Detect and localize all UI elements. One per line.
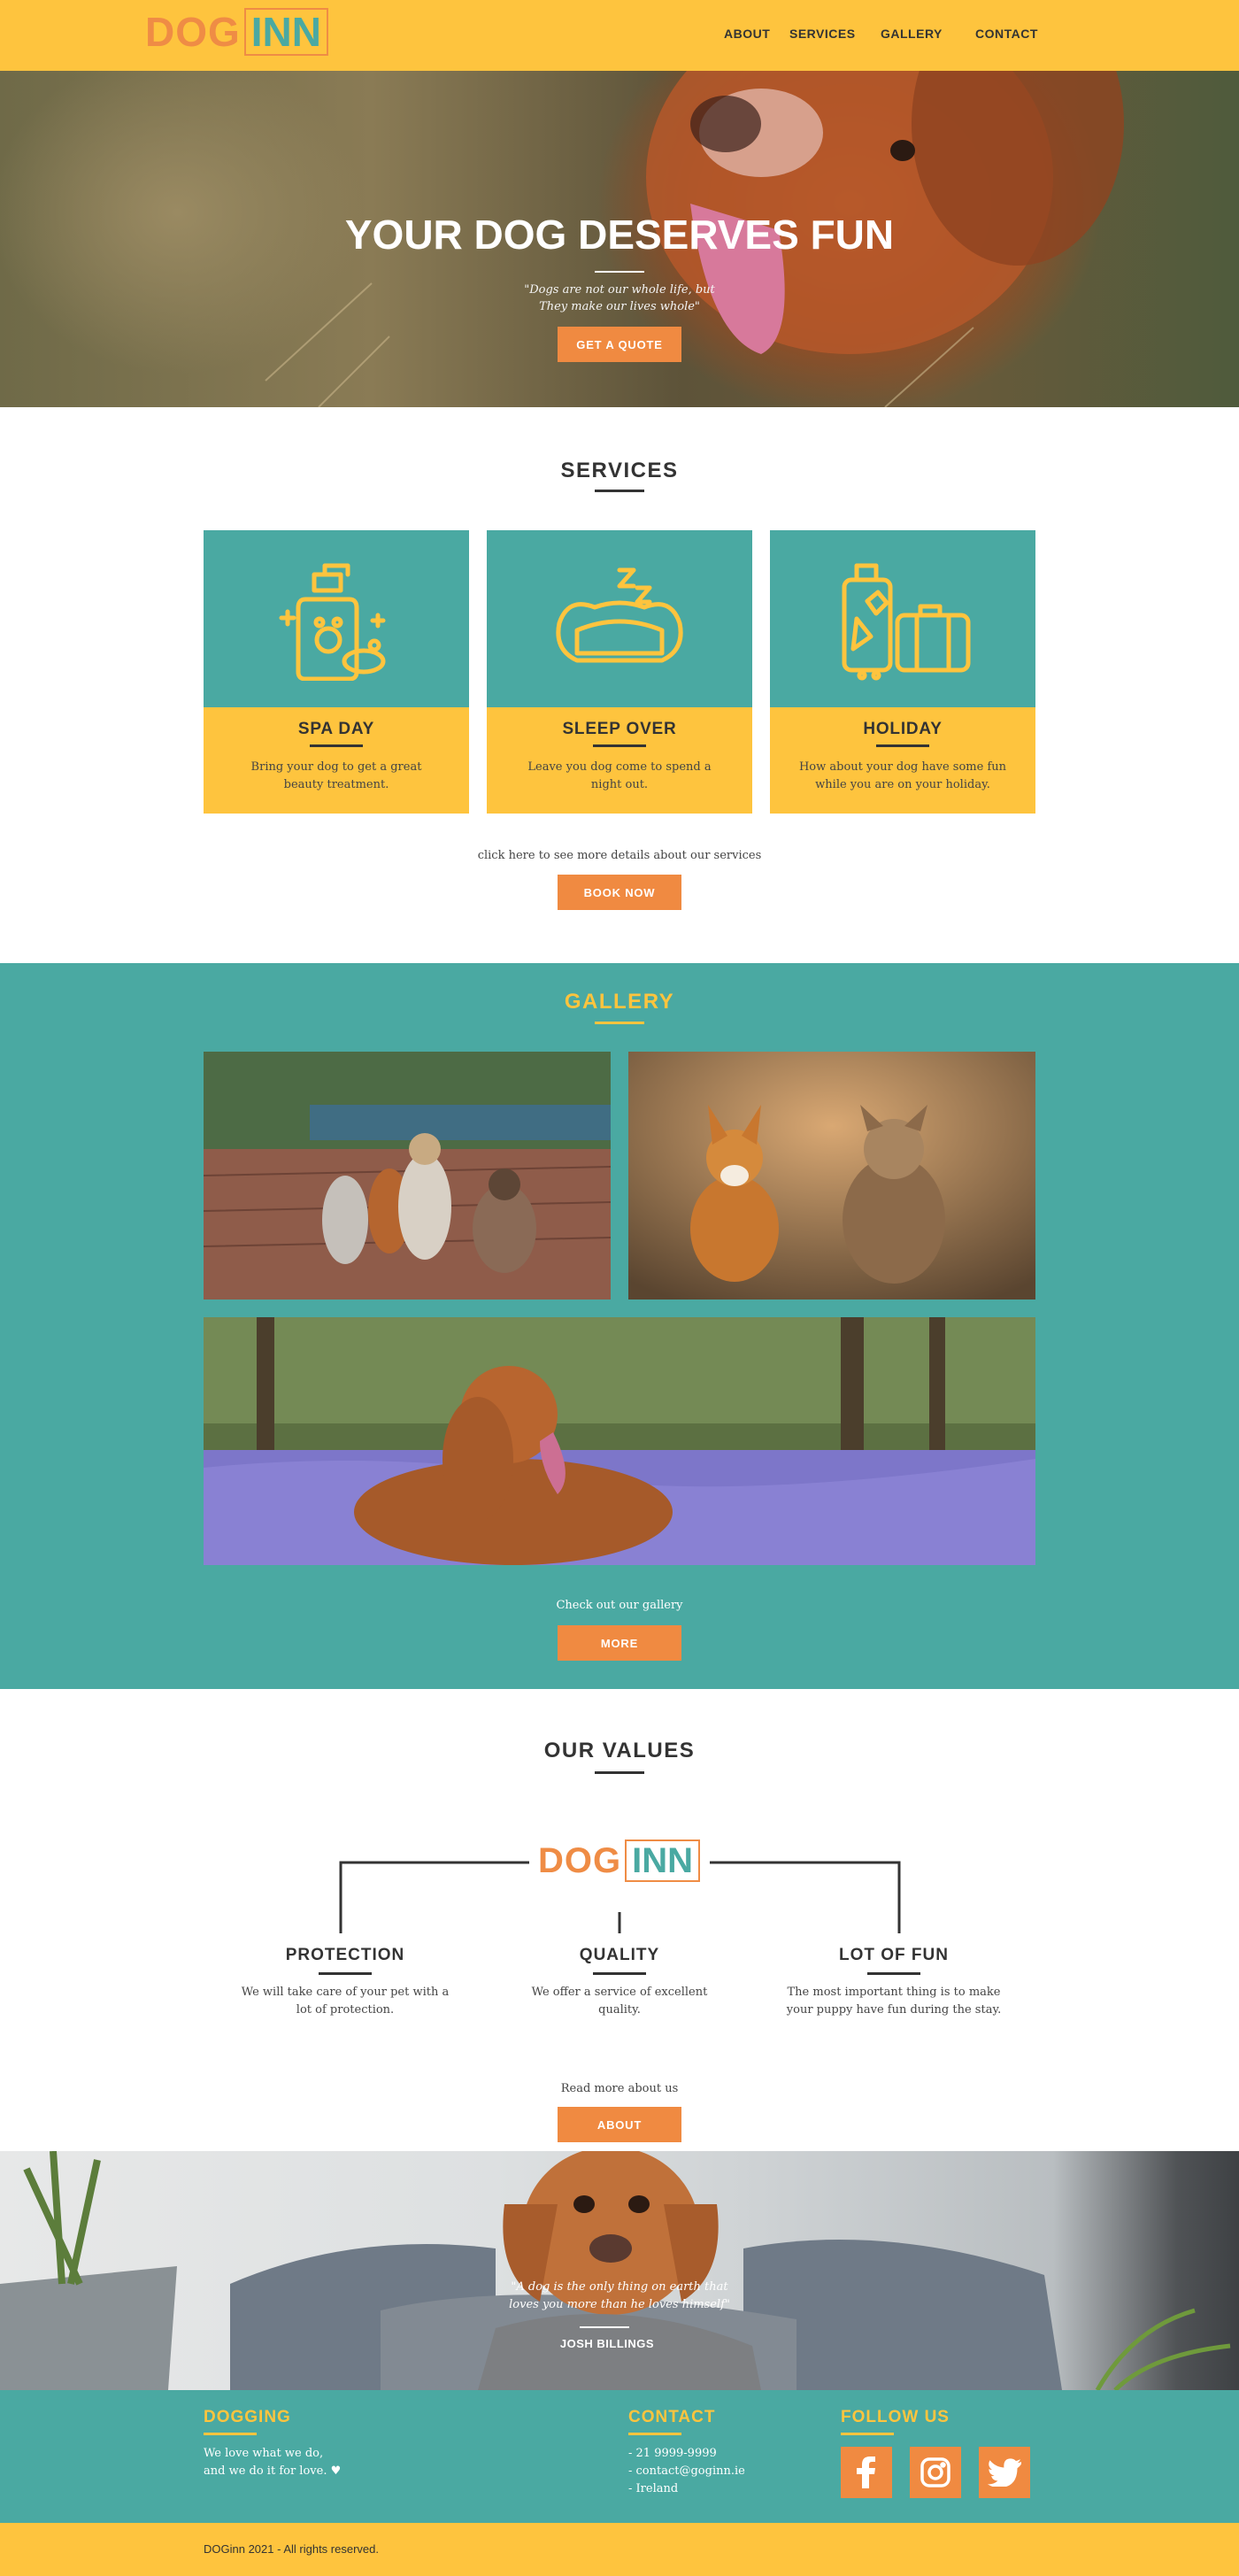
nav-link-services[interactable]: SERVICES — [789, 27, 856, 41]
hero-title: YOUR DOG DESERVES FUN — [344, 212, 895, 258]
gallery-photo-dog-walk-image — [204, 1052, 611, 1300]
value-text: The most important thing is to make your… — [786, 1986, 1002, 2017]
luggage-icon — [842, 563, 971, 681]
service-card-image — [487, 530, 752, 707]
values-logo-dog-text: DOG — [538, 1841, 622, 1880]
footer-contact-location: - Ireland — [628, 2482, 679, 2495]
service-card-body: SLEEP OVER Leave you dog come to spend a… — [487, 707, 752, 814]
footer-dogging-text: We love what we do, and we do it for lov… — [204, 2445, 341, 2480]
banner-quote-line-1: "A dog is the only thing on earth that — [511, 2280, 728, 2294]
service-card-divider — [876, 744, 929, 747]
nav-link-gallery[interactable]: GALLERY — [881, 27, 943, 41]
service-card-holiday[interactable]: HOLIDAY How about your dog have some fun… — [770, 530, 1035, 814]
copyright-text: DOGinn 2021 - All rights reserved. — [204, 2542, 379, 2556]
service-card-title: SLEEP OVER — [562, 720, 677, 738]
book-now-button[interactable]: BOOK NOW — [558, 875, 681, 910]
banner-quote: "A dog is the only thing on earth that l… — [478, 2279, 761, 2314]
service-card-text: Bring your dog to get a great beauty tre… — [250, 760, 422, 791]
top-navbar: DOG INN ABOUT SERVICES GALLERY CONTACT — [0, 0, 1239, 71]
footer-contact-underline — [628, 2433, 681, 2435]
twitter-button[interactable] — [979, 2447, 1030, 2498]
nav-link-contact[interactable]: CONTACT — [975, 27, 1038, 41]
value-divider — [593, 1972, 646, 1975]
services-caption: click here to see more details about our… — [477, 849, 762, 862]
banner-dog-in-bed-image — [0, 2151, 1231, 2390]
value-divider — [867, 1972, 920, 1975]
instagram-button[interactable] — [910, 2447, 961, 2498]
dog-bed-sleep-icon — [556, 567, 683, 663]
values-title-underline — [595, 1771, 644, 1774]
footer-dogging-line-2: and we do it for love. ♥ — [204, 2464, 342, 2478]
service-card-title: SPA DAY — [297, 720, 375, 738]
banner-divider — [580, 2326, 629, 2328]
footer-follow-underline — [841, 2433, 894, 2435]
service-card-divider — [593, 744, 646, 747]
service-card-image — [770, 530, 1035, 707]
service-card-divider — [310, 744, 363, 747]
gallery-title: GALLERY — [564, 990, 675, 1014]
service-card-image — [204, 530, 469, 707]
twitter-icon — [988, 2458, 1021, 2487]
services-title: SERVICES — [560, 459, 679, 482]
gallery-photo-dog-walk[interactable] — [204, 1052, 611, 1300]
instagram-icon — [920, 2457, 950, 2487]
service-card-spa-day[interactable]: SPA DAY Bring your dog to get a great be… — [204, 530, 469, 814]
footer-dogging-title: DOGGING — [204, 2408, 291, 2426]
gallery-photo-dog-bluebells-image — [204, 1317, 1035, 1565]
nav-links: ABOUT SERVICES GALLERY CONTACT — [0, 27, 1239, 44]
footer-dogging-underline — [204, 2433, 257, 2435]
value-title: PROTECTION — [285, 1946, 405, 1964]
gallery-photo-corgi-yorkie[interactable] — [628, 1052, 1035, 1300]
hero-banner: YOUR DOG DESERVES FUN "Dogs are not our … — [0, 71, 1239, 407]
gallery-title-underline — [595, 1022, 644, 1024]
shampoo-bottle-icon — [279, 563, 386, 681]
about-button[interactable]: ABOUT — [558, 2107, 681, 2142]
service-card-sleep-over[interactable]: SLEEP OVER Leave you dog come to spend a… — [487, 530, 752, 814]
value-quality: QUALITY We offer a service of excellent … — [509, 1946, 730, 2019]
service-card-body: HOLIDAY How about your dog have some fun… — [770, 707, 1035, 814]
values-title: OUR VALUES — [543, 1739, 696, 1762]
service-card-body: SPA DAY Bring your dog to get a great be… — [204, 707, 469, 814]
service-card-text: How about your dog have some fun while y… — [798, 760, 1007, 791]
hero-quote-line-1: "Dogs are not our whole life, but — [524, 283, 715, 297]
value-text: We offer a service of excellent quality. — [531, 1986, 708, 2017]
service-card-title: HOLIDAY — [863, 720, 943, 738]
services-title-underline — [595, 490, 644, 492]
values-logo-inn-text: INN — [625, 1839, 701, 1882]
value-title: QUALITY — [579, 1946, 660, 1964]
facebook-icon — [857, 2456, 875, 2488]
footer-contact-email[interactable]: - contact@goginn.ie — [628, 2463, 745, 2480]
nav-link-about[interactable]: ABOUT — [724, 27, 770, 41]
value-text: We will take care of your pet with a lot… — [241, 1986, 450, 2017]
footer-contact-list: - 21 9999-9999 - contact@goginn.ie - Ire… — [628, 2445, 745, 2498]
footer-dogging-line-1: We love what we do, — [204, 2447, 324, 2460]
get-a-quote-button[interactable]: GET A QUOTE — [558, 327, 681, 362]
hero-divider — [595, 271, 644, 273]
gallery-photo-corgi-yorkie-image — [628, 1052, 1035, 1300]
values-caption: Read more about us — [560, 2082, 679, 2095]
value-protection: PROTECTION We will take care of your pet… — [235, 1946, 456, 2019]
gallery-caption: Check out our gallery — [556, 1599, 683, 1612]
quote-banner: "A dog is the only thing on earth that l… — [0, 2151, 1239, 2390]
gallery-photo-dog-bluebells[interactable] — [204, 1317, 1035, 1565]
footer-follow-title: FOLLOW US — [841, 2408, 950, 2426]
gallery-section: GALLERY Check out our gallery MORE — [0, 963, 1239, 1689]
footer-contact-title: CONTACT — [628, 2408, 716, 2426]
values-logo: DOG INN — [538, 1832, 701, 1889]
banner-quote-author: JOSH BILLINGS — [559, 2337, 655, 2350]
footer-contact-phone: - 21 9999-9999 — [628, 2447, 717, 2460]
service-card-text: Leave you dog come to spend a night out. — [527, 760, 712, 791]
hero-quote-line-2: They make our lives whole" — [539, 300, 700, 313]
value-lot-of-fun: LOT OF FUN The most important thing is t… — [783, 1946, 1004, 2019]
value-title: LOT OF FUN — [839, 1946, 949, 1964]
footer: DOGGING We love what we do, and we do it… — [0, 2390, 1239, 2523]
facebook-button[interactable] — [841, 2447, 892, 2498]
gallery-more-button[interactable]: MORE — [558, 1625, 681, 1661]
banner-quote-line-2: loves you more than he loves himself" — [509, 2298, 730, 2311]
hero-quote: "Dogs are not our whole life, but They m… — [496, 282, 743, 315]
copyright-bar: DOGinn 2021 - All rights reserved. — [0, 2523, 1239, 2576]
value-divider — [319, 1972, 372, 1975]
